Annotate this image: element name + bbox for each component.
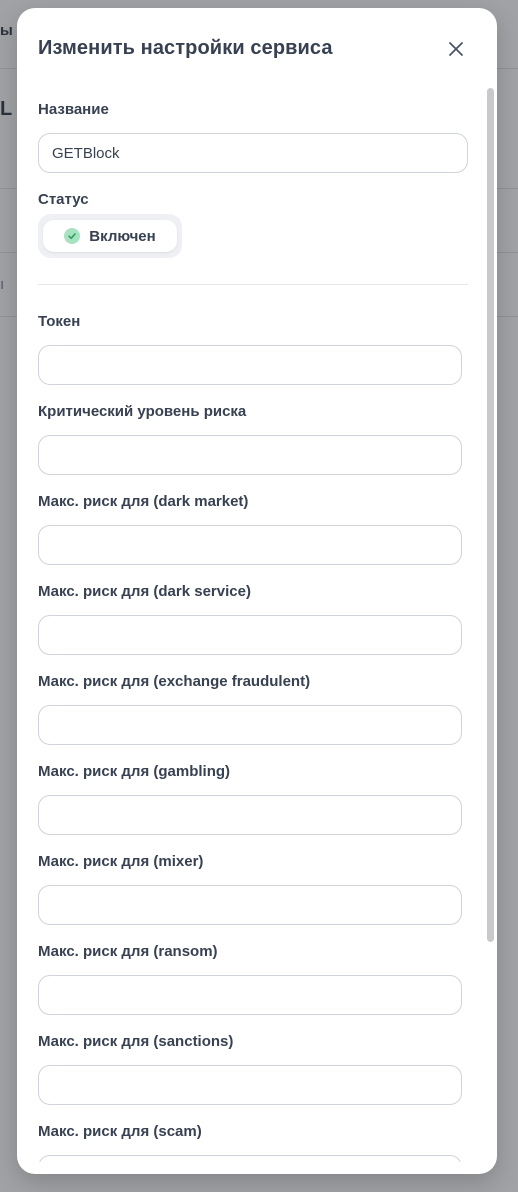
risk-dark-service-input[interactable]: [38, 615, 462, 655]
risk-scam-label: Макс. риск для (scam): [38, 1123, 202, 1140]
status-label: Статус: [38, 191, 89, 208]
close-icon: [449, 42, 463, 56]
risk-sanctions-label: Макс. риск для (sanctions): [38, 1033, 234, 1050]
token-input[interactable]: [38, 345, 462, 385]
risk-mixer-label: Макс. риск для (mixer): [38, 853, 204, 870]
modal-form-scroll[interactable]: Название Статус Включен Токен Критически…: [17, 86, 487, 1162]
token-label: Токен: [38, 313, 81, 330]
risk-sanctions-input[interactable]: [38, 1065, 462, 1105]
section-divider: [38, 284, 468, 285]
edit-service-modal: Изменить настройки сервиса Название Стат…: [17, 8, 497, 1174]
status-toggle[interactable]: Включен: [38, 214, 182, 258]
name-label: Название: [38, 101, 109, 118]
critical-risk-label: Критический уровень риска: [38, 403, 247, 420]
risk-exchange-fraudulent-input[interactable]: [38, 705, 462, 745]
name-input[interactable]: [38, 133, 468, 173]
risk-ransom-input[interactable]: [38, 975, 462, 1015]
risk-dark-service-label: Макс. риск для (dark service): [38, 583, 251, 600]
status-pill-enabled[interactable]: Включен: [43, 220, 177, 252]
scrollbar-thumb[interactable]: [487, 88, 494, 942]
close-button[interactable]: [443, 36, 469, 62]
risk-ransom-label: Макс. риск для (ransom): [38, 943, 218, 960]
check-circle-icon: [64, 228, 81, 244]
critical-risk-input[interactable]: [38, 435, 462, 475]
modal-title: Изменить настройки сервиса: [38, 37, 333, 59]
status-value: Включен: [89, 227, 156, 245]
risk-exchange-fraudulent-label: Макс. риск для (exchange fraudulent): [38, 673, 311, 690]
risk-scam-input[interactable]: [38, 1155, 462, 1162]
risk-dark-market-input[interactable]: [38, 525, 462, 565]
risk-gambling-input[interactable]: [38, 795, 462, 835]
risk-gambling-label: Макс. риск для (gambling): [38, 763, 231, 780]
risk-mixer-input[interactable]: [38, 885, 462, 925]
risk-dark-market-label: Макс. риск для (dark market): [38, 493, 249, 510]
